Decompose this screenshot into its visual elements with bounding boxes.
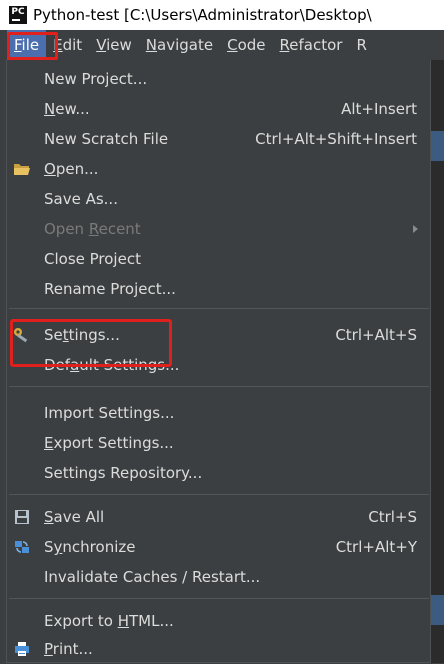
menu-item-open[interactable]: Open... bbox=[7, 154, 430, 184]
menu-item-rename-project[interactable]: Rename Project... bbox=[7, 274, 430, 304]
menu-item-close-project[interactable]: Close Project bbox=[7, 244, 430, 274]
menu-item-settings-repository[interactable]: Settings Repository... bbox=[7, 458, 430, 488]
menu-item-import-settings[interactable]: Import Settings... bbox=[7, 398, 430, 428]
menu-separator bbox=[9, 386, 429, 387]
save-all-icon bbox=[13, 509, 31, 525]
sync-icon bbox=[13, 539, 31, 555]
menu-item-new-scratch-file[interactable]: New Scratch File Ctrl+Alt+Shift+Insert bbox=[7, 124, 430, 154]
menu-bar: File Edit View Navigate Code Refactor R bbox=[0, 30, 444, 60]
menu-item-default-settings[interactable]: Default Settings... bbox=[7, 350, 430, 380]
shortcut-label: Alt+Insert bbox=[341, 100, 417, 118]
menu-item-save-as[interactable]: Save As... bbox=[7, 184, 430, 214]
editor-selection-strip bbox=[431, 595, 444, 625]
menu-item-invalidate-caches[interactable]: Invalidate Caches / Restart... bbox=[7, 562, 430, 592]
menu-file[interactable]: File bbox=[7, 30, 47, 60]
menu-navigate[interactable]: Navigate bbox=[139, 30, 220, 60]
wrench-icon bbox=[13, 327, 31, 343]
title-bar: PC Python-test [C:\Users\Administrator\D… bbox=[0, 0, 444, 30]
menu-edit[interactable]: Edit bbox=[46, 30, 89, 60]
menu-run-partial[interactable]: R bbox=[349, 30, 373, 60]
menu-item-settings[interactable]: Settings... Ctrl+Alt+S bbox=[7, 320, 430, 350]
menu-separator bbox=[9, 494, 429, 495]
shortcut-label: Ctrl+Alt+Y bbox=[335, 538, 417, 556]
menu-item-new-project[interactable]: New Project... bbox=[7, 64, 430, 94]
menu-item-new[interactable]: New... Alt+Insert bbox=[7, 94, 430, 124]
submenu-arrow-icon bbox=[413, 225, 418, 233]
pycharm-logo-icon: PC bbox=[9, 6, 27, 24]
menu-item-print[interactable]: Print... bbox=[7, 634, 430, 664]
folder-icon bbox=[13, 161, 31, 177]
print-icon bbox=[13, 641, 31, 657]
file-dropdown-menu: New Project... New... Alt+Insert New Scr… bbox=[6, 60, 431, 663]
menu-separator bbox=[9, 598, 429, 599]
menu-item-open-recent[interactable]: Open Recent bbox=[7, 214, 430, 244]
window-title: Python-test [C:\Users\Administrator\Desk… bbox=[33, 6, 372, 24]
menu-item-export-to-html[interactable]: Export to HTML... bbox=[7, 606, 430, 636]
shortcut-label: Ctrl+Alt+S bbox=[335, 326, 417, 344]
menu-item-synchronize[interactable]: Synchronize Ctrl+Alt+Y bbox=[7, 532, 430, 562]
shortcut-label: Ctrl+Alt+Shift+Insert bbox=[255, 130, 417, 148]
shortcut-label: Ctrl+S bbox=[368, 508, 417, 526]
menu-separator bbox=[9, 308, 429, 309]
menu-code[interactable]: Code bbox=[220, 30, 272, 60]
menu-item-export-settings[interactable]: Export Settings... bbox=[7, 428, 430, 458]
menu-refactor[interactable]: Refactor bbox=[273, 30, 350, 60]
menu-item-save-all[interactable]: Save All Ctrl+S bbox=[7, 502, 430, 532]
editor-selection-strip bbox=[431, 131, 444, 161]
menu-view[interactable]: View bbox=[89, 30, 139, 60]
